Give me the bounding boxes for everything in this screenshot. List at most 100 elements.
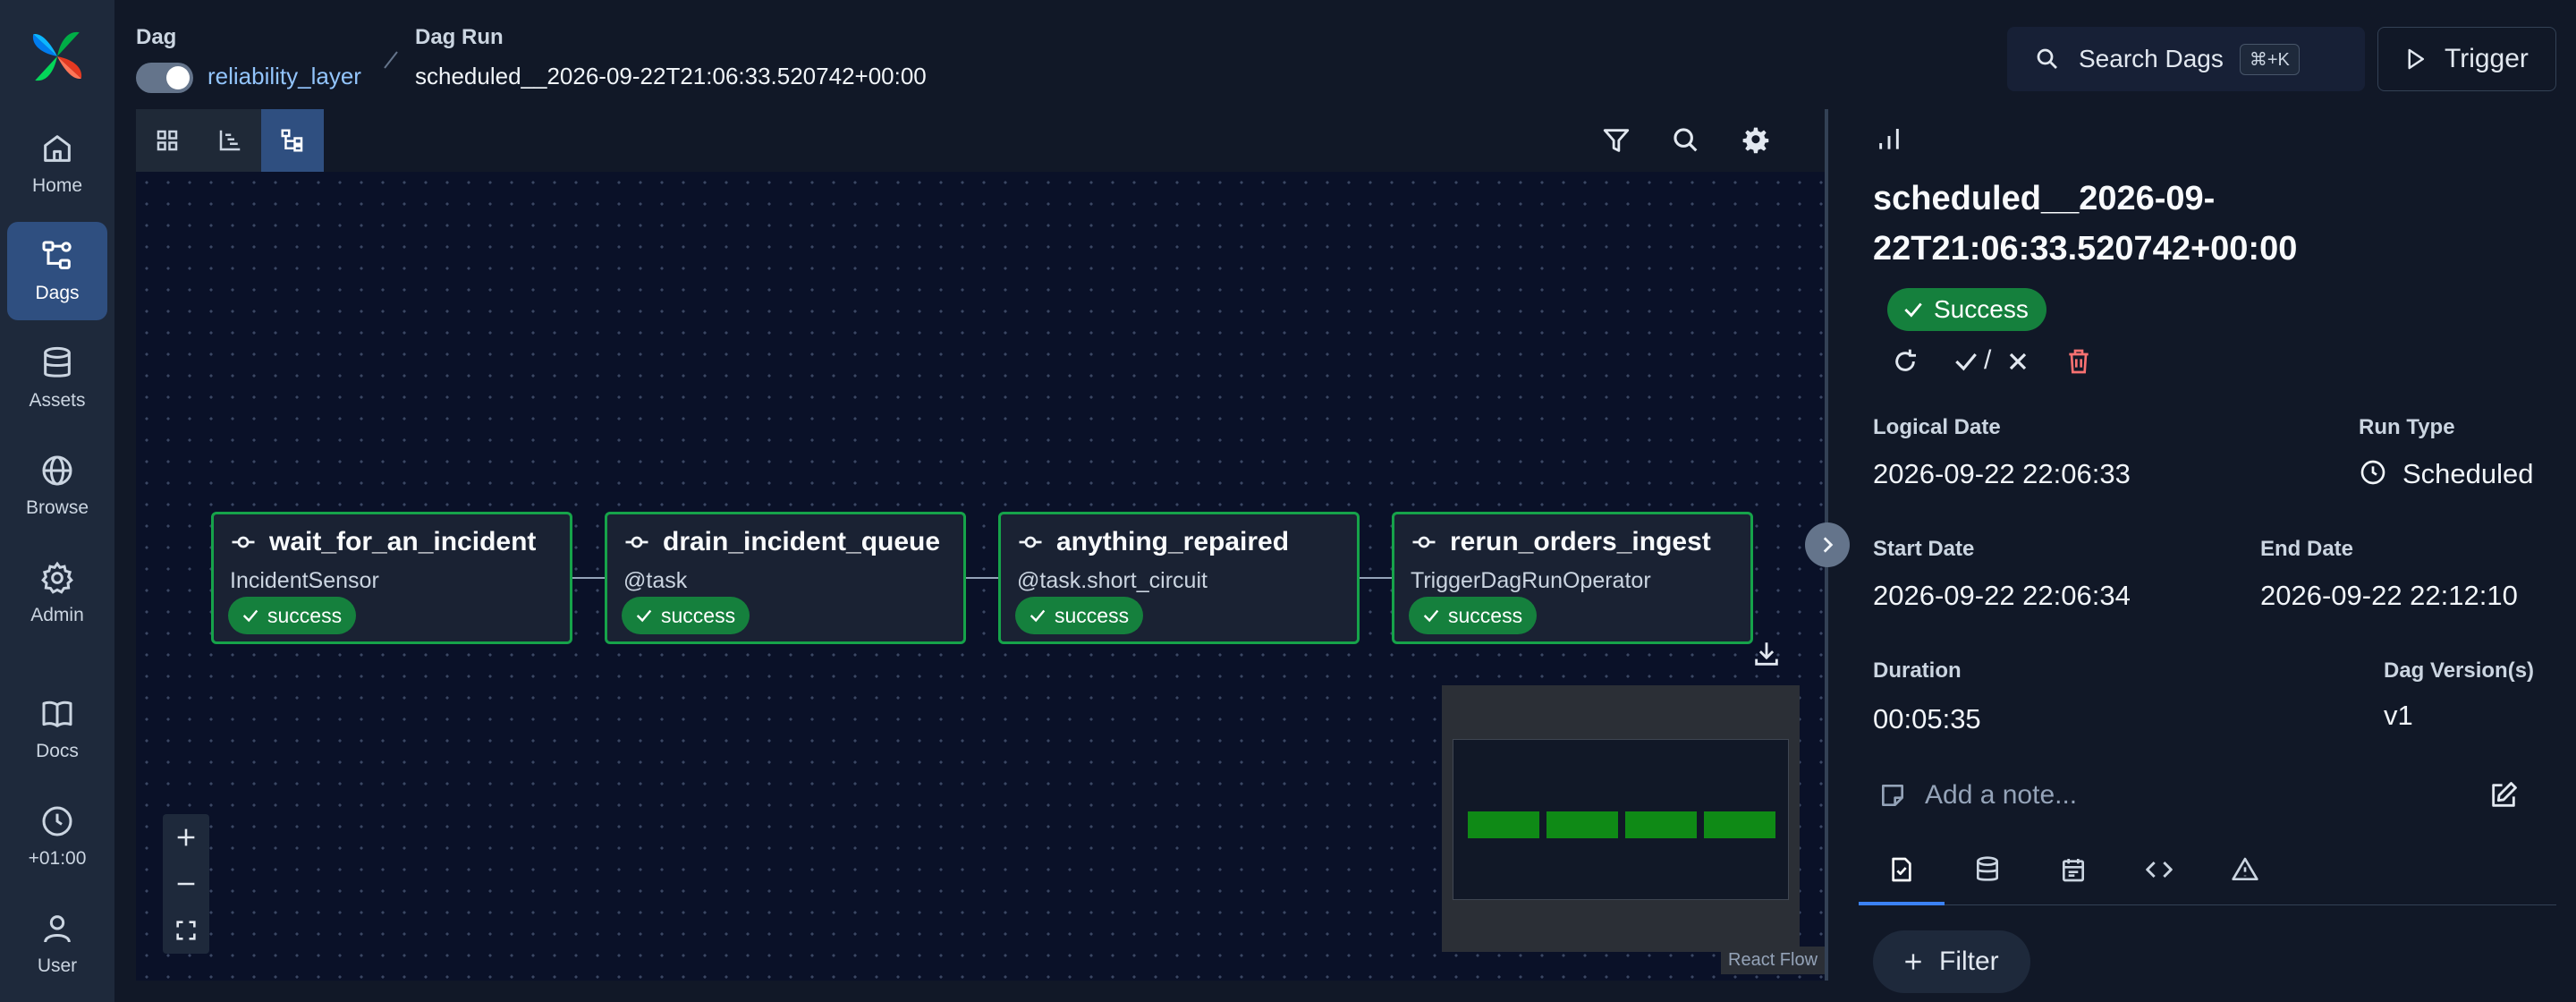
task-operator: @task [623,568,688,593]
globe-icon [42,455,72,486]
trash-icon[interactable] [2064,347,2093,376]
task-node-rerun-orders-ingest[interactable]: rerun_orders_ingest TriggerDagRunOperato… [1392,512,1753,644]
airflow-logo-icon[interactable] [28,27,87,86]
mark-success-icon[interactable] [1952,347,1980,376]
zoom-controls [163,814,209,954]
breadcrumb-dag-link[interactable]: reliability_layer [208,63,361,90]
nav-docs[interactable]: Docs [7,680,107,778]
minimap[interactable] [1442,685,1800,952]
nav-timezone[interactable]: +01:00 [7,787,107,886]
task-commit-icon [1412,536,1436,548]
add-note-row[interactable]: Add a note... [1878,780,2077,811]
task-state-badge: success [228,597,357,634]
task-node-wait-for-an-incident[interactable]: wait_for_an_incident IncidentSensor succ… [211,512,572,644]
check-icon [1423,609,1439,623]
settings-gear-icon[interactable] [1741,125,1771,156]
nav-admin[interactable]: Admin [7,544,107,642]
search-task-icon[interactable] [1671,125,1701,156]
task-state-label: success [1055,603,1130,627]
clock-icon [42,806,72,836]
react-flow-attribution[interactable]: React Flow [1721,947,1826,974]
tab-warnings-icon[interactable] [2231,855,2259,884]
side-nav: Home Dags Assets Browse Admin Docs +01:0… [0,0,114,1002]
edit-note-icon[interactable] [2488,780,2519,811]
minimap-node [1704,811,1775,838]
task-node-anything-repaired[interactable]: anything_repaired @task.short_circuit su… [998,512,1360,644]
check-icon [1904,302,1922,318]
gantt-view-button[interactable] [199,109,261,172]
breadcrumb-separator-icon [384,51,398,69]
check-icon [1030,609,1046,623]
task-state-label: success [661,603,736,627]
tab-events-icon[interactable] [2059,855,2088,884]
dag-pause-toggle[interactable] [136,63,193,93]
zoom-in-button[interactable] [163,814,209,861]
chevron-right-icon [1823,537,1834,553]
task-operator: IncidentSensor [230,568,379,593]
collapse-panel-button[interactable] [1805,522,1850,567]
grid-view-button[interactable] [136,109,199,172]
mark-failed-icon[interactable] [2004,347,2032,376]
zoom-out-button[interactable] [163,861,209,907]
filter-button[interactable]: Filter [1873,930,2030,993]
nav-browse[interactable]: Browse [7,437,107,535]
play-icon [2408,48,2424,70]
fit-view-icon [176,921,196,940]
nav-user[interactable]: User [7,895,107,993]
task-commit-icon [625,536,648,548]
check-icon [636,609,652,623]
nav-admin-label: Admin [30,605,84,625]
gantt-icon [219,130,241,151]
search-dags-label: Search Dags [2079,45,2224,72]
tab-task-instances-icon[interactable] [1887,855,1916,884]
graph-toolbar [136,109,1828,172]
bar-chart-icon [1879,129,1899,149]
fit-view-button[interactable] [163,907,209,954]
graph-icon [281,129,303,152]
home-icon [44,135,71,162]
dag-version-value[interactable]: v1 [2384,700,2413,732]
start-date-label: Start Date [1873,537,1975,561]
nav-home[interactable]: Home [7,115,107,213]
search-shortcut: ⌘+K [2239,43,2300,75]
minimap-node [1546,811,1618,838]
database-icon [44,346,71,378]
end-date-value: 2026-09-22 22:12:10 [2260,580,2518,611]
task-name: anything_repaired [1056,527,1290,556]
edge [1358,577,1392,579]
search-dags-button[interactable]: Search Dags ⌘+K [2007,27,2365,91]
download-icon[interactable] [1751,639,1782,669]
nav-dags[interactable]: Dags [7,222,107,320]
task-node-drain-incident-queue[interactable]: drain_incident_queue @task success [605,512,966,644]
toggle-knob [166,66,190,89]
task-operator: @task.short_circuit [1017,568,1208,593]
logical-date-value: 2026-09-22 22:06:33 [1873,458,2131,489]
task-state-label: success [1448,603,1523,627]
nav-browse-label: Browse [25,497,89,518]
trigger-button[interactable]: Trigger [2377,27,2556,91]
book-icon [42,701,72,727]
clock-icon [2360,460,2385,485]
edge [964,577,998,579]
duration-value: 00:05:35 [1873,703,1981,735]
grid-icon [157,130,178,151]
minimap-viewport [1453,739,1789,900]
run-type-label: Run Type [2359,415,2455,439]
task-commit-icon [232,536,255,548]
graph-view-button[interactable] [261,109,324,172]
run-state-label: Success [1934,295,2029,323]
task-commit-icon [1019,536,1042,548]
filter-icon[interactable] [1601,125,1631,156]
task-state-badge: success [622,597,750,634]
nav-docs-label: Docs [36,741,79,761]
refresh-icon[interactable] [1891,347,1919,376]
nav-assets[interactable]: Assets [7,329,107,428]
tab-assets-icon[interactable] [1973,855,2002,884]
trigger-label: Trigger [2445,44,2529,73]
tab-code-icon[interactable] [2145,855,2174,884]
minimap-node [1468,811,1539,838]
dags-icon [42,241,72,269]
task-state-badge: success [1409,597,1538,634]
task-state-label: success [267,603,343,627]
run-title: scheduled__2026-09-22T21:06:33.520742+00… [1873,180,2298,267]
